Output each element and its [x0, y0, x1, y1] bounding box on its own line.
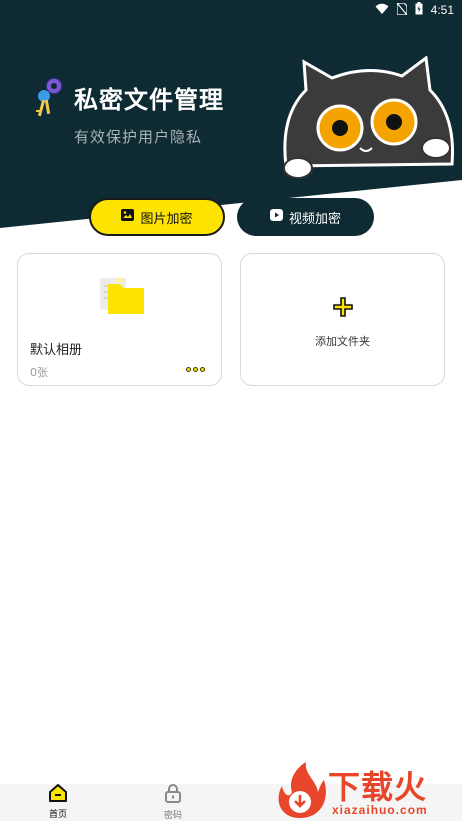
- app-screen: 4:51 私密文件管理 有效保护用户隐私 图片加密 视频加密 默认相册 0张 添…: [0, 0, 462, 821]
- watermark-url: xiazaihuo.com: [332, 803, 428, 817]
- video-encrypt-label: 视频加密: [288, 211, 341, 227]
- home-icon: [48, 784, 68, 806]
- image-icon: [121, 209, 135, 225]
- wifi-icon: [375, 3, 389, 18]
- nav-item-home[interactable]: 首页: [28, 784, 88, 821]
- album-count: 0张: [30, 366, 48, 379]
- header-banner: 4:51 私密文件管理 有效保护用户隐私: [0, 0, 462, 232]
- status-time: 4:51: [430, 3, 454, 17]
- status-bar: 4:51: [0, 0, 462, 20]
- album-name: 默认相册: [30, 343, 83, 358]
- nav-item-password[interactable]: 密码: [143, 784, 203, 821]
- video-icon: [269, 209, 283, 225]
- keys-icon: [32, 74, 66, 118]
- nav-home-label: 首页: [48, 810, 67, 820]
- add-folder-card[interactable]: 添加文件夹: [240, 253, 445, 386]
- watermark: 下载火 xiazaihuo.com: [272, 760, 462, 821]
- photo-encrypt-button[interactable]: 图片加密: [89, 198, 225, 236]
- add-folder-label: 添加文件夹: [315, 334, 370, 348]
- photo-encrypt-label: 图片加密: [140, 211, 193, 227]
- app-title: 私密文件管理: [74, 86, 224, 114]
- video-encrypt-button[interactable]: 视频加密: [237, 198, 374, 236]
- album-card[interactable]: 默认相册 0张: [17, 253, 222, 386]
- nav-password-label: 密码: [163, 811, 182, 821]
- no-sim-icon: [396, 1, 408, 18]
- battery-charging-icon: [415, 2, 423, 18]
- folder-icon: [98, 274, 146, 320]
- plus-icon: [332, 296, 353, 321]
- app-subtitle: 有效保护用户隐私: [74, 128, 203, 146]
- more-options-icon[interactable]: [186, 367, 205, 372]
- cat-mascot-icon: [276, 55, 462, 190]
- watermark-text: 下载火: [328, 768, 428, 806]
- flame-logo-icon: [278, 762, 326, 818]
- lock-icon: [164, 784, 182, 807]
